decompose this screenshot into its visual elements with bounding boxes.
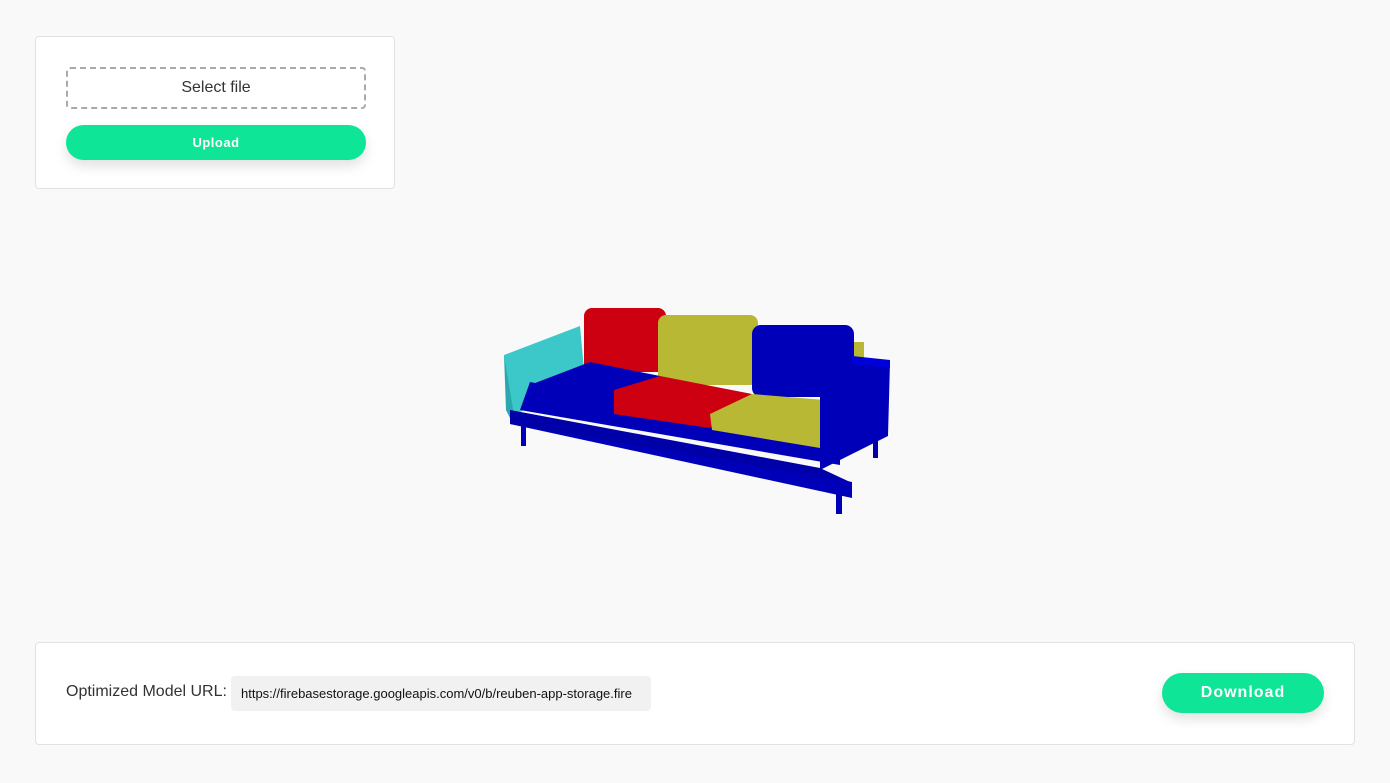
download-button[interactable]: Download xyxy=(1162,673,1324,713)
model-viewer[interactable] xyxy=(440,260,960,560)
optimized-model-url-field[interactable]: https://firebasestorage.googleapis.com/v… xyxy=(231,676,651,711)
upload-button[interactable]: Upload xyxy=(66,125,366,160)
sofa-model xyxy=(504,308,890,514)
optimized-model-url-label: Optimized Model URL: xyxy=(66,683,227,700)
select-file-button[interactable]: Select file xyxy=(66,67,366,109)
back-cushion-yellow xyxy=(658,315,758,385)
upload-card: Select file Upload xyxy=(35,36,395,189)
result-card: Optimized Model URL: https://firebasesto… xyxy=(35,642,1355,745)
back-cushion-red xyxy=(584,308,666,372)
